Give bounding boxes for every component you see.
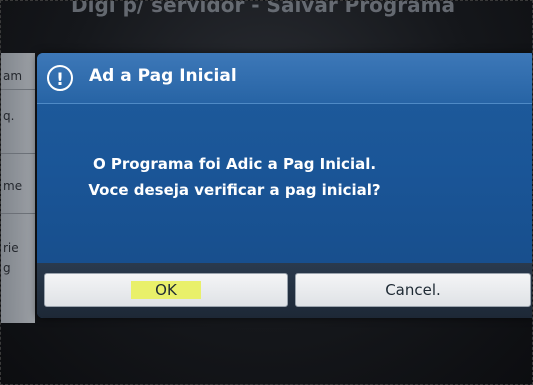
dialog-button-bar: OK Cancel. bbox=[37, 263, 532, 318]
background-list: am q. me rie g bbox=[1, 53, 35, 323]
confirm-dialog: ! Ad a Pag Inicial O Programa foi Adic a… bbox=[37, 53, 532, 318]
background-app-title: Digi p/ servidor - Salvar Programa bbox=[71, 0, 455, 17]
cancel-button[interactable]: Cancel. bbox=[295, 273, 531, 307]
background-list-item: me bbox=[3, 179, 23, 193]
dialog-header: ! Ad a Pag Inicial bbox=[37, 53, 532, 104]
dialog-message-line-1: O Programa foi Adic a Pag Inicial. bbox=[92, 155, 377, 173]
background-list-item: q. bbox=[3, 109, 15, 123]
list-divider bbox=[1, 213, 35, 214]
background-list-item: rie bbox=[3, 241, 19, 255]
cancel-button-label: Cancel. bbox=[385, 281, 441, 299]
info-icon: ! bbox=[47, 65, 73, 91]
screen-frame: Digi p/ servidor - Salvar Programa am q.… bbox=[0, 0, 533, 385]
background-list-item: g bbox=[3, 261, 11, 275]
list-divider bbox=[1, 153, 35, 154]
ok-button-label: OK bbox=[131, 281, 201, 299]
background-list-item: am bbox=[3, 69, 23, 83]
dialog-title: Ad a Pag Inicial bbox=[89, 66, 237, 86]
dialog-message-line-2: Voce deseja verificar a pag inicial? bbox=[88, 181, 381, 199]
dialog-message: O Programa foi Adic a Pag Inicial. Voce … bbox=[37, 151, 432, 203]
list-divider bbox=[1, 89, 35, 90]
ok-button[interactable]: OK bbox=[44, 273, 288, 307]
